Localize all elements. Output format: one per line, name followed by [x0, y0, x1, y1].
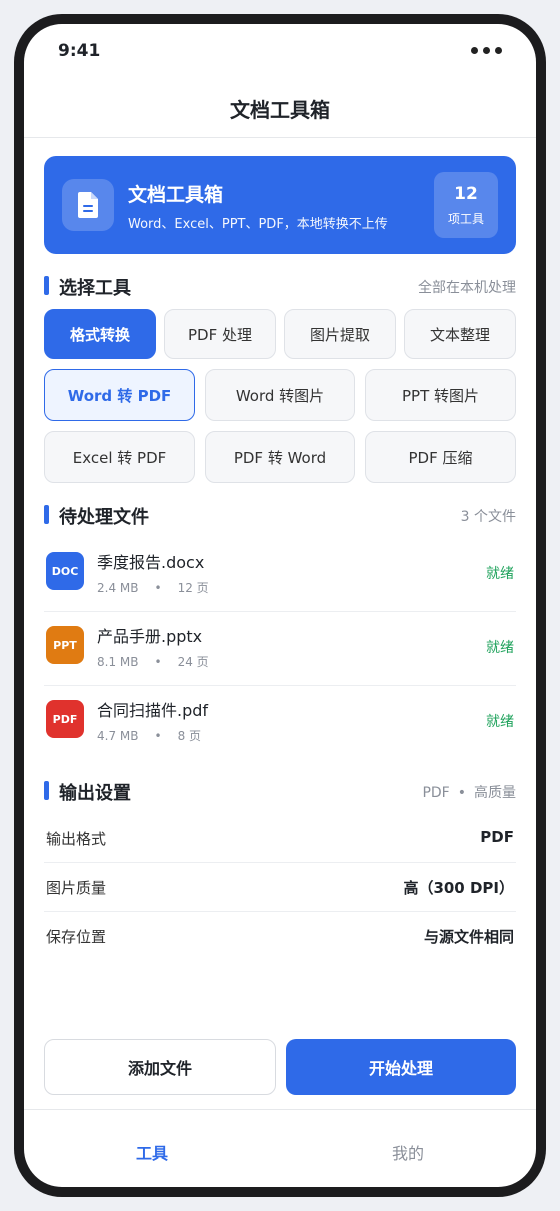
tab-image-extract[interactable]: 图片提取 — [284, 309, 396, 359]
file-row[interactable]: DOC 季度报告.docx 2.4 MB • 12 页 就绪 — [44, 538, 516, 612]
tabbar-divider — [24, 1109, 536, 1110]
header-divider — [24, 137, 536, 138]
file-size: 8.1 MB — [97, 655, 139, 669]
output-note-quality: 高质量 — [474, 785, 516, 801]
status-time: 9:41 — [58, 41, 101, 61]
files-section-note: 3 个文件 — [460, 509, 516, 525]
section-marker — [44, 781, 49, 800]
option-word-to-image[interactable]: Word 转图片 — [205, 369, 355, 421]
tab-format-convert[interactable]: 格式转换 — [44, 309, 156, 359]
status-bar: 9:41 — [24, 24, 536, 80]
file-meta: 8.1 MB • 24 页 — [97, 653, 209, 670]
file-name: 季度报告.docx — [97, 553, 205, 572]
pdf-file-icon: PDF — [46, 700, 84, 738]
file-pages: 8 页 — [177, 729, 202, 743]
file-meta: 2.4 MB • 12 页 — [97, 579, 209, 596]
file-pages: 12 页 — [177, 581, 209, 595]
hero-title: 文档工具箱 — [128, 184, 224, 206]
option-ppt-to-image[interactable]: PPT 转图片 — [365, 369, 516, 421]
option-pdf-to-word[interactable]: PDF 转 Word — [205, 431, 355, 483]
screen: 9:41 文档工具箱 文档工具箱 Word、Excel、PPT、PDF，本地转换… — [24, 24, 536, 1187]
output-section-header: 输出设置 PDF • 高质量 — [44, 779, 516, 807]
meta-separator: • — [154, 729, 162, 743]
setting-save-location[interactable]: 保存位置 与源文件相同 — [44, 912, 516, 961]
setting-output-format[interactable]: 输出格式 PDF — [44, 814, 516, 863]
add-file-button[interactable]: 添加文件 — [44, 1039, 276, 1095]
doc-file-icon: DOC — [46, 552, 84, 590]
file-name: 产品手册.pptx — [97, 627, 203, 646]
tools-section-title: 选择工具 — [59, 278, 131, 299]
output-section-title: 输出设置 — [59, 783, 131, 804]
tab-text-organize[interactable]: 文本整理 — [404, 309, 516, 359]
file-status: 就绪 — [486, 714, 514, 730]
section-marker — [44, 505, 49, 524]
file-size: 4.7 MB — [97, 729, 139, 743]
setting-value: 与源文件相同 — [423, 928, 514, 946]
setting-label: 保存位置 — [46, 928, 107, 946]
setting-value: 高（300 DPI） — [403, 879, 514, 897]
start-process-button[interactable]: 开始处理 — [286, 1039, 516, 1095]
tools-section-header: 选择工具 全部在本机处理 — [44, 274, 516, 302]
output-note-format: PDF — [422, 785, 450, 801]
ppt-file-icon: PPT — [46, 626, 84, 664]
hero-subtitle: Word、Excel、PPT、PDF，本地转换不上传 — [128, 217, 388, 232]
option-pdf-compress[interactable]: PDF 压缩 — [365, 431, 516, 483]
file-name: 合同扫描件.pdf — [97, 701, 209, 720]
setting-label: 图片质量 — [46, 879, 107, 897]
file-row[interactable]: PPT 产品手册.pptx 8.1 MB • 24 页 就绪 — [44, 612, 516, 686]
setting-value: PDF — [480, 828, 514, 846]
file-pages: 24 页 — [177, 655, 209, 669]
file-status: 就绪 — [486, 640, 514, 656]
hero-card: 文档工具箱 Word、Excel、PPT、PDF，本地转换不上传 12 项工具 — [44, 156, 516, 254]
section-marker — [44, 276, 49, 295]
output-section-note: PDF • 高质量 — [422, 782, 516, 802]
setting-label: 输出格式 — [46, 830, 107, 848]
file-status: 就绪 — [486, 566, 514, 582]
file-meta: 4.7 MB • 8 页 — [97, 727, 201, 744]
setting-image-quality[interactable]: 图片质量 高（300 DPI） — [44, 863, 516, 912]
tool-count: 12 — [454, 184, 478, 204]
files-section-title: 待处理文件 — [59, 507, 149, 528]
page-title: 文档工具箱 — [230, 98, 330, 122]
output-note-separator: • — [457, 785, 466, 801]
meta-separator: • — [154, 581, 162, 595]
nav-tools[interactable]: 工具 — [136, 1140, 168, 1164]
files-section-header: 待处理文件 3 个文件 — [44, 503, 516, 531]
document-icon — [62, 179, 114, 231]
nav-mine[interactable]: 我的 — [392, 1140, 424, 1164]
meta-separator: • — [154, 655, 162, 669]
tools-section-note: 全部在本机处理 — [418, 280, 516, 296]
tool-count-unit: 项工具 — [447, 212, 484, 226]
file-size: 2.4 MB — [97, 581, 139, 595]
tool-count-badge: 12 项工具 — [434, 172, 498, 238]
option-word-to-pdf[interactable]: Word 转 PDF — [44, 369, 195, 421]
more-icon[interactable] — [471, 47, 502, 54]
file-row[interactable]: PDF 合同扫描件.pdf 4.7 MB • 8 页 就绪 — [44, 686, 516, 760]
option-excel-to-pdf[interactable]: Excel 转 PDF — [44, 431, 195, 483]
phone-frame: 9:41 文档工具箱 文档工具箱 Word、Excel、PPT、PDF，本地转换… — [14, 14, 546, 1197]
tab-pdf-process[interactable]: PDF 处理 — [164, 309, 276, 359]
